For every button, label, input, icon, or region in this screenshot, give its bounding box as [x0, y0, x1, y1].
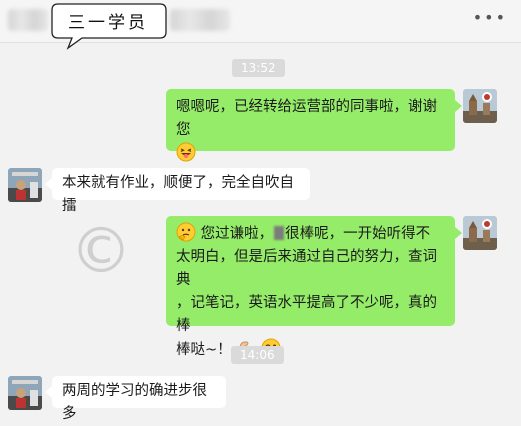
- bubble-tail: [45, 178, 52, 190]
- message-text: 您过谦啦，: [196, 226, 274, 242]
- timestamp: 13:52: [232, 59, 285, 77]
- message-text: 嗯嗯呢，已经转给运营部的同事啦，谢谢您: [176, 99, 437, 138]
- message-text: 很棒呢，一开始听得不: [285, 226, 431, 242]
- my-avatar[interactable]: [463, 89, 497, 123]
- thinking-emoji: [176, 222, 196, 242]
- contact-avatar[interactable]: [8, 168, 42, 202]
- message-text: 太明白，但是后来通过自己的努力，查词典: [176, 249, 437, 288]
- chat-title: 三一学员: [68, 13, 148, 33]
- message-text: 棒哒~！: [176, 342, 232, 358]
- contact-avatar[interactable]: [8, 376, 42, 410]
- message-bubble-incoming[interactable]: 两周的学习的确进步很多: [52, 376, 226, 422]
- blurred-name-suffix: [170, 9, 230, 31]
- message-bubble-outgoing[interactable]: 嗯嗯呢，已经转给运营部的同事啦，谢谢您: [166, 89, 455, 162]
- redacted-text: [274, 226, 285, 240]
- message-text: 本来就有作业，顺便了，完全自吹自擂: [62, 175, 294, 214]
- message-text: ，记笔记，英语水平提高了不少呢，真的棒: [176, 295, 437, 334]
- message-text: 两周的学习的确进步很多: [62, 383, 207, 422]
- bubble-tail: [455, 227, 462, 239]
- bubble-tail: [45, 386, 52, 398]
- chat-header: 三一学员 •••: [0, 0, 521, 50]
- my-avatar[interactable]: [463, 216, 497, 250]
- grinning-tongue-emoji: [176, 142, 196, 162]
- message-bubble-incoming[interactable]: 本来就有作业，顺便了，完全自吹自擂: [52, 168, 310, 214]
- bubble-tail: [455, 100, 462, 112]
- more-dots-icon[interactable]: •••: [473, 10, 507, 26]
- message-bubble-outgoing[interactable]: 您过谦啦， 很棒呢，一开始听得不 太明白，但是后来通过自己的努力，查词典 ，记笔记…: [166, 216, 455, 358]
- timestamp: 14:06: [231, 346, 284, 364]
- blurred-back-label[interactable]: [8, 9, 48, 31]
